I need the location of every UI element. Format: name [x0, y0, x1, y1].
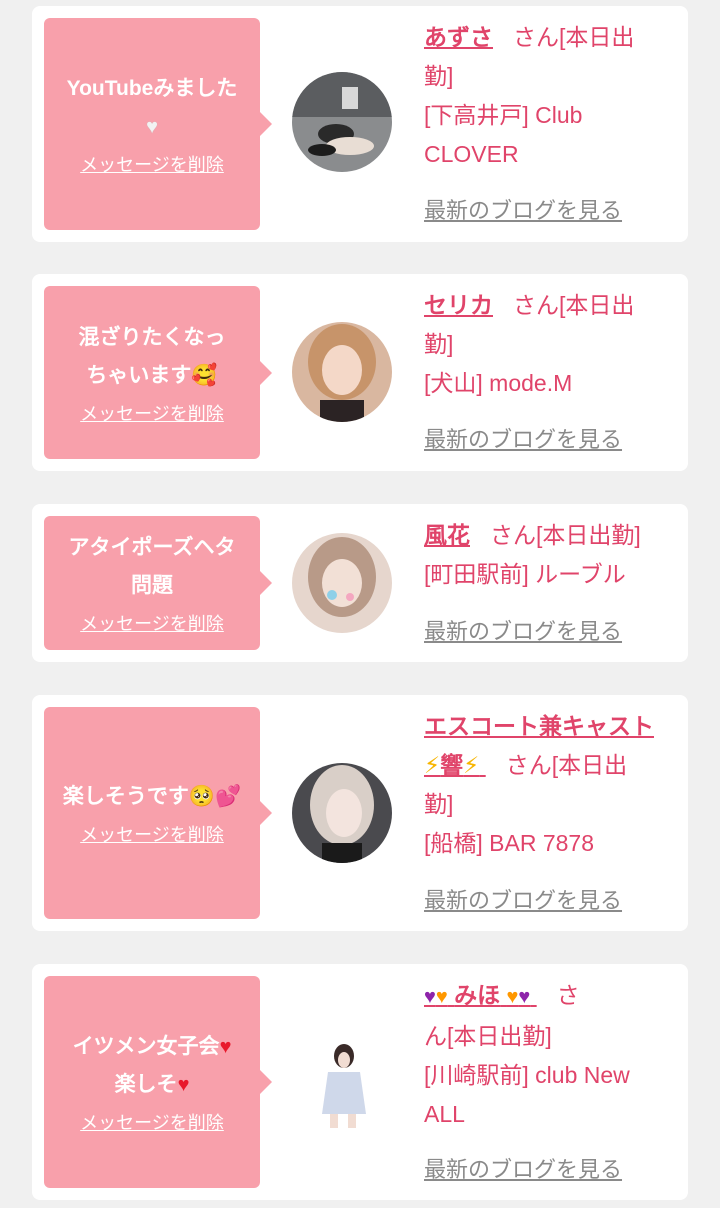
cast-status: さん[本日出: [505, 752, 628, 778]
red-heart-icon: ♥: [219, 1036, 232, 1058]
cast-name-link[interactable]: あずさ: [424, 24, 493, 50]
message-list: YouTubeみました ♥ メッセージを削除 あずさ さん[本日出 勤] [下高井…: [0, 0, 720, 1208]
orange-heart-icon: ♥: [506, 986, 519, 1008]
message-card: YouTubeみました ♥ メッセージを削除 あずさ さん[本日出 勤] [下高井…: [32, 6, 688, 242]
cast-name-link[interactable]: 風花: [424, 522, 470, 548]
cast-shop: [船橋] BAR 7878: [424, 830, 595, 856]
cast-name-link[interactable]: セリカ: [424, 292, 493, 318]
avatar[interactable]: [292, 1030, 392, 1130]
latest-blog-link[interactable]: 最新のブログを見る: [424, 196, 622, 226]
cast-info: セリカ さん[本日出 勤] [犬山] mode.M: [424, 286, 674, 403]
message-card: 楽しそうです🥺💕 メッセージを削除 エスコート兼キャスト ⚡響⚡ さん[本日出 …: [32, 695, 688, 931]
avatar[interactable]: [292, 322, 392, 422]
cast-status-cont: ん[本日出勤]: [424, 1023, 552, 1049]
smiling-face-with-hearts-icon: 🥰: [191, 363, 218, 387]
delete-message-link[interactable]: メッセージを削除: [80, 152, 224, 178]
red-heart-icon: ♥: [177, 1074, 190, 1096]
cast-info: エスコート兼キャスト ⚡響⚡ さん[本日出 勤] [船橋] BAR 7878: [424, 707, 674, 863]
avatar[interactable]: [292, 763, 392, 863]
message-text: YouTubeみました ♥: [66, 77, 238, 138]
delete-message-link[interactable]: メッセージを削除: [80, 611, 224, 637]
latest-blog-link[interactable]: 最新のブログを見る: [424, 617, 622, 647]
latest-blog-link[interactable]: 最新のブログを見る: [424, 425, 622, 455]
message-bubble: イツメン女子会♥ 楽しそ♥ メッセージを削除: [44, 976, 272, 1188]
cast-status-cont: 勤]: [424, 331, 454, 357]
delete-message-link[interactable]: メッセージを削除: [80, 401, 224, 427]
avatar[interactable]: [292, 533, 392, 633]
message-bubble: YouTubeみました ♥ メッセージを削除: [44, 18, 272, 230]
lightning-icon: ⚡: [424, 752, 441, 778]
latest-blog-link[interactable]: 最新のブログを見る: [424, 886, 622, 916]
cast-info: 風花 さん[本日出勤] [町田駅前] ルーブル: [424, 516, 674, 594]
message-text: アタイポーズヘタ問題: [68, 536, 236, 597]
message-bubble: 楽しそうです🥺💕 メッセージを削除: [44, 707, 272, 919]
white-heart-icon: ♥: [146, 116, 158, 138]
cast-name-link[interactable]: ♥♥ みほ ♥♥: [424, 982, 537, 1008]
purple-heart-icon: ♥: [518, 986, 531, 1008]
message-bubble: 混ざりたくなっちゃいます🥰 メッセージを削除: [44, 286, 272, 459]
cast-shop: [町田駅前] ルーブル: [424, 561, 626, 587]
message-text: 混ざりたくなっちゃいます🥰: [78, 325, 226, 387]
lightning-icon: ⚡: [463, 752, 480, 778]
cast-status: さん[本日出: [513, 292, 635, 318]
purple-heart-icon: ♥: [424, 986, 436, 1008]
cast-shop: [下高井戸] Club CLOVER: [424, 102, 583, 167]
cast-status-cont: 勤]: [424, 63, 454, 89]
cast-info: あずさ さん[本日出 勤] [下高井戸] Club CLOVER: [424, 18, 674, 174]
cast-info: ♥♥ みほ ♥♥ さ ん[本日出勤] [川崎駅前] club New ALL: [424, 976, 674, 1134]
delete-message-link[interactable]: メッセージを削除: [80, 1110, 224, 1136]
message-bubble: アタイポーズヘタ問題 メッセージを削除: [44, 516, 272, 650]
cast-shop: [犬山] mode.M: [424, 370, 573, 396]
cast-status: さん[本日出勤]: [490, 522, 641, 548]
cast-status: さ: [556, 982, 580, 1008]
latest-blog-link[interactable]: 最新のブログを見る: [424, 1155, 622, 1185]
message-card: イツメン女子会♥ 楽しそ♥ メッセージを削除 ♥♥ みほ ♥♥ さ ん[本日出勤…: [32, 964, 688, 1200]
message-card: アタイポーズヘタ問題 メッセージを削除 風花 さん[本日出勤] [町田駅前] ルー…: [32, 504, 688, 662]
message-card: 混ざりたくなっちゃいます🥰 メッセージを削除 セリカ さん[本日出 勤] [犬山]…: [32, 274, 688, 471]
cast-status-cont: 勤]: [424, 791, 454, 817]
orange-heart-icon: ♥: [435, 986, 448, 1008]
avatar[interactable]: [292, 72, 392, 172]
message-text: 楽しそうです🥺💕: [62, 785, 242, 808]
cast-status: さん[本日出: [513, 24, 635, 50]
pleading-face-icon: 🥺💕: [188, 785, 242, 808]
message-text: イツメン女子会♥ 楽しそ♥: [72, 1035, 232, 1096]
cast-shop: [川崎駅前] club New ALL: [424, 1062, 630, 1127]
delete-message-link[interactable]: メッセージを削除: [80, 822, 224, 848]
